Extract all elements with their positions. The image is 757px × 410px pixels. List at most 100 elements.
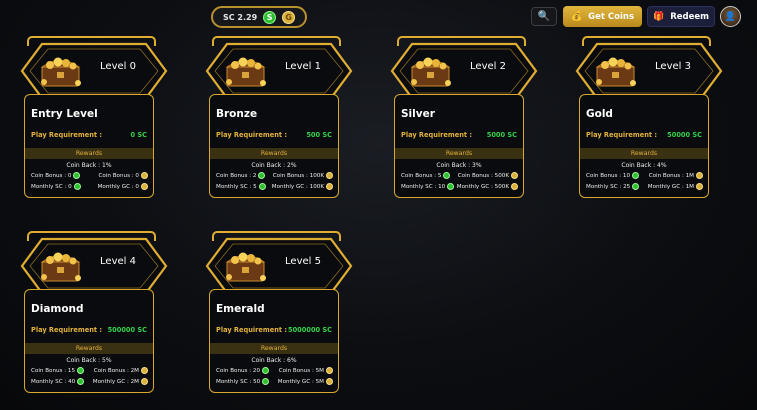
- monthly-gc: Monthly GC : 1M: [647, 183, 694, 190]
- level-name: Gold: [586, 108, 613, 120]
- gold-coin-icon: [141, 183, 148, 190]
- play-requirement-label: Play Requirement :: [216, 326, 288, 334]
- monthly-gc: Monthly GC : 500K: [456, 183, 509, 190]
- play-requirement-label: Play Requirement :: [216, 131, 288, 139]
- level-details-panel: Entry Level Play Requirement : 0 SC Rewa…: [24, 94, 154, 198]
- monthly-sc: Monthly SC : 5: [216, 183, 257, 190]
- gc-coin-bonus: Coin Bonus : 1M: [648, 172, 694, 179]
- monthly-sc: Monthly SC : 25: [586, 183, 631, 190]
- coin-back: Coin Back : 5%: [66, 357, 112, 364]
- level-card-0: Level 0 Entry Level Play Requirement : 0…: [20, 36, 172, 208]
- sweeps-coin-icon: [77, 378, 85, 385]
- monthly-gc: Monthly GC : 2M: [92, 378, 139, 385]
- level-card-3: Level 3 Gold Play Requirement : 50000 SC…: [575, 36, 727, 208]
- redeem-button[interactable]: 🎁 Redeem: [647, 6, 715, 27]
- gc-coin-bonus: Coin Bonus : 500K: [457, 172, 509, 179]
- sweeps-coin-icon: [77, 367, 85, 374]
- level-name: Diamond: [31, 303, 84, 315]
- avatar-icon: 👤: [724, 11, 737, 22]
- coin-back: Coin Back : 1%: [66, 162, 112, 169]
- sc-coin-bonus: Coin Bonus : 0: [31, 172, 72, 179]
- play-requirement-label: Play Requirement :: [401, 131, 473, 139]
- sweeps-coin-icon: [632, 183, 640, 190]
- level-details-panel: Gold Play Requirement : 50000 SC Rewards…: [579, 94, 709, 198]
- level-label: Level 5: [285, 256, 321, 267]
- monthly-gc: Monthly GC : 5M: [277, 378, 324, 385]
- level-label: Level 3: [655, 61, 691, 72]
- monthly-gc: Monthly GC : 0: [97, 183, 139, 190]
- play-requirement-value: 500000 SC: [107, 326, 147, 334]
- level-card-4: Level 4 Diamond Play Requirement : 50000…: [20, 231, 172, 403]
- rewards-header: Rewards: [580, 148, 708, 159]
- get-coins-button[interactable]: 💰 Get Coins: [563, 6, 642, 27]
- level-name: Silver: [401, 108, 435, 120]
- rewards-header: Rewards: [210, 148, 338, 159]
- treasure-chest-icon: [40, 252, 81, 282]
- treasure-chest-icon: [595, 57, 636, 87]
- level-card-5: Level 5 Emerald Play Requirement : 50000…: [205, 231, 357, 403]
- rewards-header: Rewards: [210, 343, 338, 354]
- play-requirement-value: 500 SC: [306, 131, 332, 139]
- level-name: Emerald: [216, 303, 265, 315]
- gold-coin-icon: [141, 367, 148, 374]
- get-coins-label: Get Coins: [588, 11, 635, 22]
- sweeps-coin-icon: [258, 183, 266, 190]
- rewards-header: Rewards: [395, 148, 523, 159]
- sweeps-coin-icon: [443, 172, 451, 179]
- redeem-label: Redeem: [670, 11, 709, 22]
- level-name: Bronze: [216, 108, 258, 120]
- sweeps-coin-icon: [447, 183, 455, 190]
- gold-coin-icon: [326, 172, 333, 179]
- coin-back: Coin Back : 2%: [251, 162, 297, 169]
- level-card-1: Level 1 Bronze Play Requirement : 500 SC…: [205, 36, 357, 208]
- coin-back: Coin Back : 6%: [251, 357, 297, 364]
- sweeps-coin-icon[interactable]: S: [263, 10, 277, 24]
- gc-coin-bonus: Coin Bonus : 2M: [93, 367, 139, 374]
- coin-back: Coin Back : 4%: [621, 162, 667, 169]
- level-badge: Level 4: [20, 231, 168, 295]
- balance-amount: SC 2.29: [223, 12, 258, 22]
- rewards-header: Rewards: [25, 343, 153, 354]
- coin-chest-icon: 💰: [570, 11, 583, 22]
- gift-icon: 🎁: [653, 11, 665, 22]
- gold-coin-icon: [511, 172, 518, 179]
- level-badge: Level 5: [205, 231, 353, 295]
- monthly-gc: Monthly GC : 100K: [271, 183, 324, 190]
- level-label: Level 2: [470, 61, 506, 72]
- balance-pill[interactable]: SC 2.29 S G: [211, 6, 307, 28]
- sc-coin-bonus: Coin Bonus : 2: [216, 172, 257, 179]
- gc-coin-bonus: Coin Bonus : 100K: [272, 172, 324, 179]
- gc-coin-bonus: Coin Bonus : 0: [98, 172, 139, 179]
- avatar[interactable]: 👤: [720, 6, 741, 27]
- level-label: Level 0: [100, 61, 136, 72]
- gold-coin-icon: [141, 378, 148, 385]
- gold-coin-icon: [326, 378, 333, 385]
- sweeps-coin-icon: [73, 172, 81, 179]
- sc-coin-bonus: Coin Bonus : 5: [401, 172, 442, 179]
- play-requirement-label: Play Requirement :: [586, 131, 658, 139]
- monthly-sc: Monthly SC : 10: [401, 183, 446, 190]
- gold-coin-icon: [326, 183, 333, 190]
- treasure-chest-icon: [225, 57, 266, 87]
- sweeps-coin-icon: [73, 183, 81, 190]
- coin-back: Coin Back : 3%: [436, 162, 482, 169]
- level-label: Level 1: [285, 61, 321, 72]
- rewards-header: Rewards: [25, 148, 153, 159]
- level-details-panel: Silver Play Requirement : 5000 SC Reward…: [394, 94, 524, 198]
- monthly-sc: Monthly SC : 40: [31, 378, 76, 385]
- monthly-sc: Monthly SC : 0: [31, 183, 72, 190]
- play-requirement-label: Play Requirement :: [31, 131, 103, 139]
- level-label: Level 4: [100, 256, 136, 267]
- search-button[interactable]: 🔍: [531, 7, 557, 26]
- treasure-chest-icon: [40, 57, 81, 87]
- gc-coin-bonus: Coin Bonus : 5M: [278, 367, 324, 374]
- sc-coin-bonus: Coin Bonus : 10: [586, 172, 631, 179]
- sweeps-coin-icon: [258, 172, 266, 179]
- top-bar: SC 2.29 S G 🔍 💰 Get Coins 🎁 Redeem 👤: [0, 0, 757, 36]
- gold-coin-icon[interactable]: G: [282, 10, 296, 24]
- level-details-panel: Bronze Play Requirement : 500 SC Rewards…: [209, 94, 339, 198]
- sweeps-coin-icon: [262, 367, 270, 374]
- level-badge: Level 1: [205, 36, 353, 100]
- play-requirement-value: 5000 SC: [486, 131, 517, 139]
- play-requirement-value: 50000 SC: [667, 131, 702, 139]
